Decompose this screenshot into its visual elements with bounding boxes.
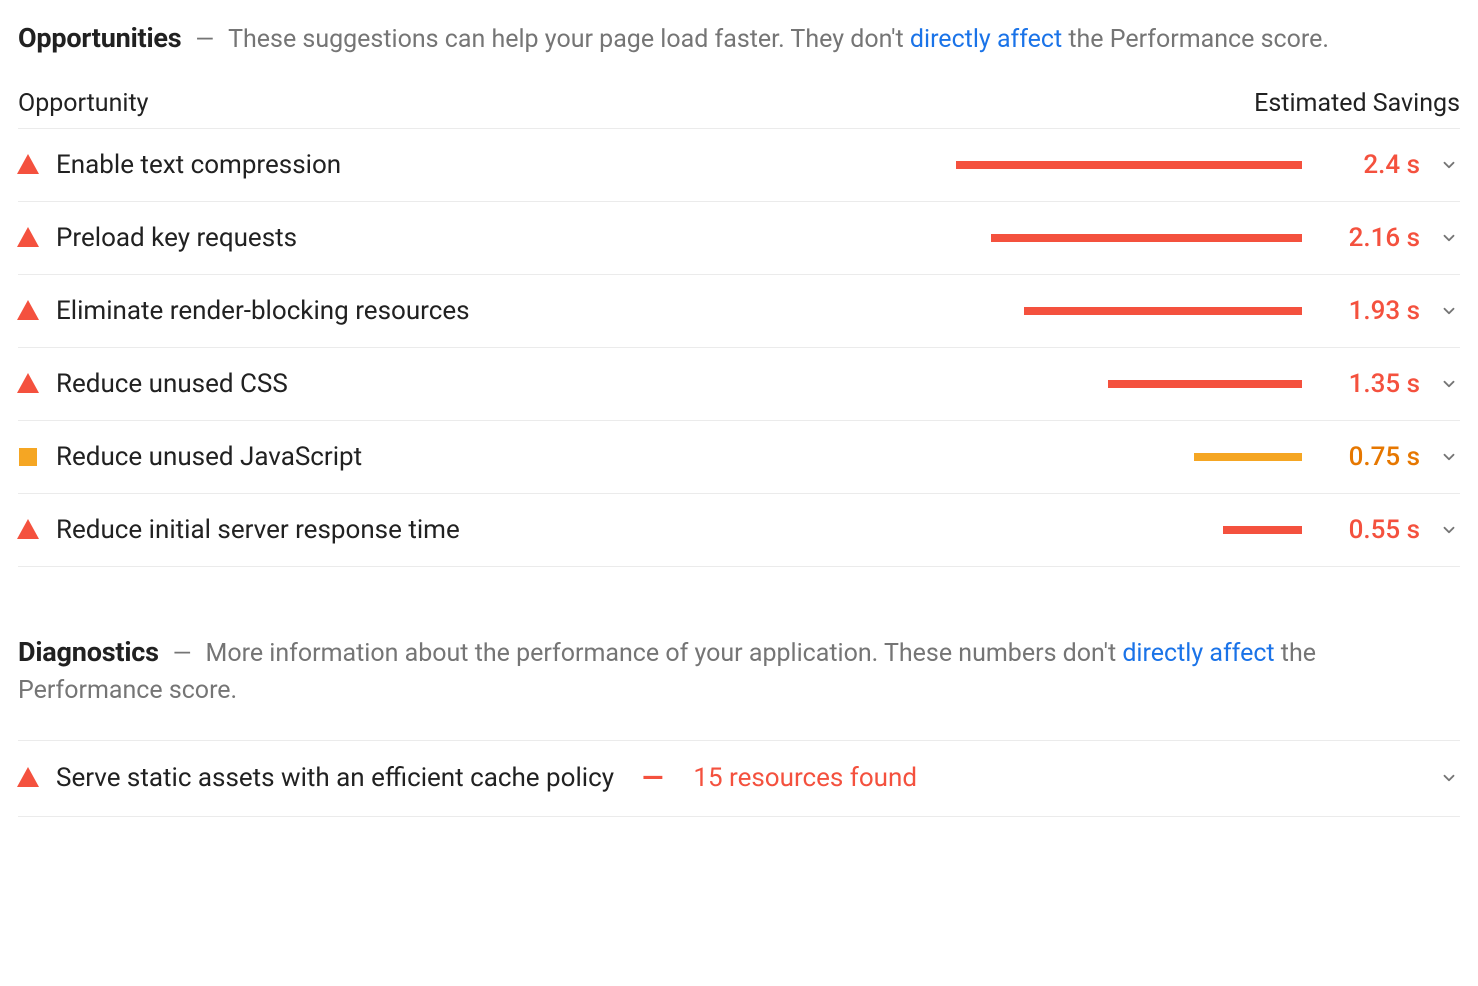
- opportunities-title: Opportunities: [18, 22, 181, 54]
- savings-bar: [942, 307, 1302, 315]
- opportunity-row[interactable]: Preload key requests 2.16 s: [18, 202, 1460, 275]
- separator-dash: —: [173, 639, 192, 667]
- fail-triangle-icon: [18, 155, 38, 175]
- opportunity-row[interactable]: Enable text compression 2.4 s: [18, 129, 1460, 202]
- opportunities-table-header: Opportunity Estimated Savings: [18, 89, 1460, 129]
- chevron-down-icon[interactable]: [1438, 375, 1460, 393]
- desc-text: the Performance score.: [1062, 25, 1329, 54]
- opportunity-row[interactable]: Reduce unused JavaScript 0.75 s: [18, 421, 1460, 494]
- chevron-down-icon[interactable]: [1438, 302, 1460, 320]
- savings-value: 0.75 s: [1320, 442, 1420, 472]
- opportunities-description: These suggestions can help your page loa…: [228, 25, 1329, 54]
- diagnostics-list: Serve static assets with an efficient ca…: [18, 740, 1460, 817]
- opportunity-label: Reduce unused CSS: [56, 369, 288, 399]
- diagnostics-header: Diagnostics — More information about the…: [18, 632, 1460, 710]
- desc-text: These suggestions can help your page loa…: [228, 25, 910, 54]
- opportunities-list: Enable text compression 2.4 s Preload key …: [18, 129, 1460, 567]
- opportunity-label: Reduce unused JavaScript: [56, 442, 362, 472]
- opportunity-row[interactable]: Reduce initial server response time 0.55 …: [18, 494, 1460, 567]
- diagnostic-separator: —: [642, 761, 663, 794]
- chevron-down-icon[interactable]: [1438, 156, 1460, 174]
- savings-value: 0.55 s: [1320, 515, 1420, 545]
- fail-triangle-icon: [18, 768, 38, 788]
- opportunity-label: Preload key requests: [56, 223, 297, 253]
- fail-triangle-icon: [18, 374, 38, 394]
- diagnostic-label: Serve static assets with an efficient ca…: [56, 763, 614, 793]
- desc-text: More information about the performance o…: [206, 639, 1123, 668]
- warning-square-icon: [18, 447, 38, 467]
- savings-bar: [942, 526, 1302, 534]
- savings-value: 2.16 s: [1320, 223, 1420, 253]
- opportunity-row[interactable]: Reduce unused CSS 1.35 s: [18, 348, 1460, 421]
- column-estimated-savings: Estimated Savings: [1254, 89, 1460, 118]
- chevron-down-icon[interactable]: [1438, 521, 1460, 539]
- opportunity-label: Reduce initial server response time: [56, 515, 460, 545]
- opportunity-label: Eliminate render-blocking resources: [56, 296, 470, 326]
- diagnostic-row[interactable]: Serve static assets with an efficient ca…: [18, 741, 1460, 817]
- diagnostics-description: More information about the performance o…: [18, 639, 1316, 706]
- savings-value: 2.4 s: [1320, 150, 1420, 180]
- savings-bar: [942, 234, 1302, 242]
- savings-value: 1.93 s: [1320, 296, 1420, 326]
- opportunity-row[interactable]: Eliminate render-blocking resources 1.93 …: [18, 275, 1460, 348]
- fail-triangle-icon: [18, 520, 38, 540]
- directly-affect-link[interactable]: directly affect: [1122, 639, 1274, 668]
- fail-triangle-icon: [18, 228, 38, 248]
- savings-bar: [942, 161, 1302, 169]
- savings-value: 1.35 s: [1320, 369, 1420, 399]
- opportunity-label: Enable text compression: [56, 150, 341, 180]
- fail-triangle-icon: [18, 301, 38, 321]
- opportunities-header: Opportunities — These suggestions can he…: [18, 18, 1460, 59]
- diagnostics-title: Diagnostics: [18, 636, 159, 668]
- column-opportunity: Opportunity: [18, 89, 148, 118]
- savings-bar: [942, 453, 1302, 461]
- chevron-down-icon[interactable]: [1438, 769, 1460, 787]
- directly-affect-link[interactable]: directly affect: [910, 25, 1062, 54]
- chevron-down-icon[interactable]: [1438, 448, 1460, 466]
- chevron-down-icon[interactable]: [1438, 229, 1460, 247]
- separator-dash: —: [195, 25, 214, 53]
- savings-bar: [942, 380, 1302, 388]
- diagnostic-extra: 15 resources found: [693, 763, 917, 793]
